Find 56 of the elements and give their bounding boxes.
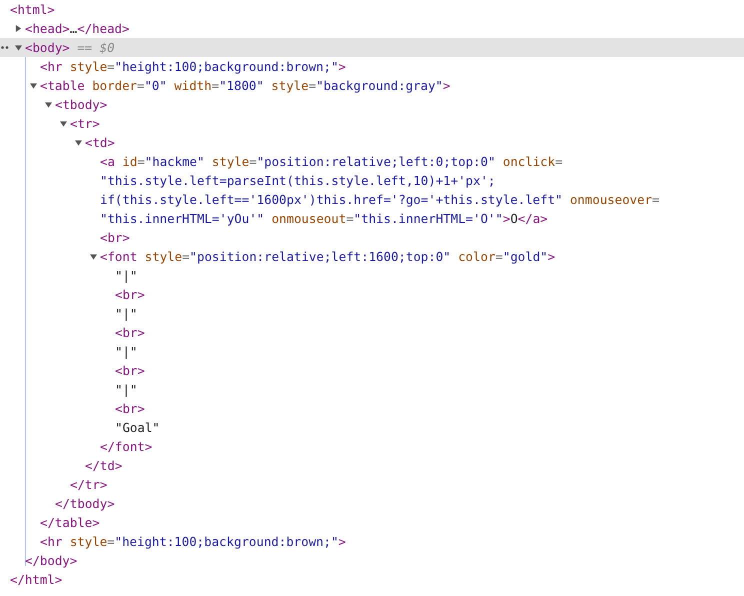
code-line: <br> xyxy=(100,229,131,247)
code-line: <font style="position:relative;left:1600;top:0" color="gold"> xyxy=(100,248,556,266)
code-line: <tr> xyxy=(70,115,101,133)
code-line: "|" xyxy=(115,343,138,361)
tree-row[interactable]: <br> xyxy=(0,323,744,342)
code-line: </td> xyxy=(85,457,124,475)
tree-row[interactable]: "|" xyxy=(0,380,744,399)
code-line: </body> xyxy=(25,552,78,570)
tree-row[interactable]: "|" xyxy=(0,266,744,285)
triangle-down-icon[interactable] xyxy=(60,120,67,127)
triangle-down-icon[interactable] xyxy=(30,82,37,89)
code-line: </tbody> xyxy=(55,495,116,513)
tree-row[interactable]: <body> == $0 xyxy=(0,38,744,57)
code-line: <hr style="height:100;background:brown;"> xyxy=(40,58,347,76)
tree-row[interactable]: "Goal" xyxy=(0,418,744,437)
tree-row[interactable]: <font style="position:relative;left:1600;top:0" color="gold"> xyxy=(0,247,744,266)
code-line: "|" xyxy=(115,305,138,323)
tree-row[interactable]: <td> xyxy=(0,133,744,152)
code-line: <table border="0" width="1800" style="background:gray"> xyxy=(40,77,452,95)
code-line: </tr> xyxy=(70,476,108,494)
code-line: "|" xyxy=(115,381,138,399)
triangle-right-icon[interactable] xyxy=(15,25,22,32)
code-line: <head>…</head> xyxy=(25,20,130,38)
tree-row[interactable]: <br> xyxy=(0,361,744,380)
code-line: <br> xyxy=(115,324,146,342)
code-line: "Goal" xyxy=(115,419,161,437)
code-line: </table> xyxy=(40,514,101,532)
tree-row[interactable]: "|" xyxy=(0,304,744,323)
tree-row[interactable]: <tr> xyxy=(0,114,744,133)
code-line: <a id="hackme" style="position:relative;left:0;top:0" onclick= "this.style.left=parseInt(this.style.left,10)+1+'px'; if(this.style.left=='1600px')this.href='?go='+this.style.left" onmouseover= "this.innerHTML='yOu'" onmouseout="this.innerHTML='O'">O</a> xyxy=(100,153,661,228)
code-line: "|" xyxy=(115,267,138,285)
tree-row[interactable]: <html> xyxy=(0,0,744,19)
tree-row[interactable]: <table border="0" width="1800" style="background:gray"> xyxy=(0,76,744,95)
triangle-down-icon[interactable] xyxy=(75,139,82,146)
code-line: <html> xyxy=(10,1,56,19)
tree-row[interactable]: "|" xyxy=(0,342,744,361)
code-line: <br> xyxy=(115,362,146,380)
code-line: <hr style="height:100;background:brown;"> xyxy=(40,533,347,551)
code-line: </font> xyxy=(100,438,154,456)
triangle-down-icon[interactable] xyxy=(15,44,22,51)
code-line: <body> == $0 xyxy=(25,39,116,57)
tree-row[interactable]: <tbody> xyxy=(0,95,744,114)
code-line: </html> xyxy=(10,571,64,589)
code-line: <br> xyxy=(115,286,146,304)
tree-row[interactable]: <br> xyxy=(0,285,744,304)
tree-row[interactable]: <br> xyxy=(0,399,744,418)
tree-row[interactable]: <head>…</head> xyxy=(0,19,744,38)
tree-row[interactable]: <hr style="height:100;background:brown;"> xyxy=(0,57,744,76)
tree-row[interactable]: <hr style="height:100;background:brown;"> xyxy=(0,532,744,551)
dots-icon[interactable] xyxy=(1,46,9,49)
code-line: <br> xyxy=(115,400,146,418)
triangle-down-icon[interactable] xyxy=(45,101,52,108)
code-line: <tbody> xyxy=(55,96,108,114)
tree-row[interactable]: <br> xyxy=(0,228,744,247)
triangle-down-icon[interactable] xyxy=(90,253,97,260)
code-line: <td> xyxy=(85,134,116,152)
